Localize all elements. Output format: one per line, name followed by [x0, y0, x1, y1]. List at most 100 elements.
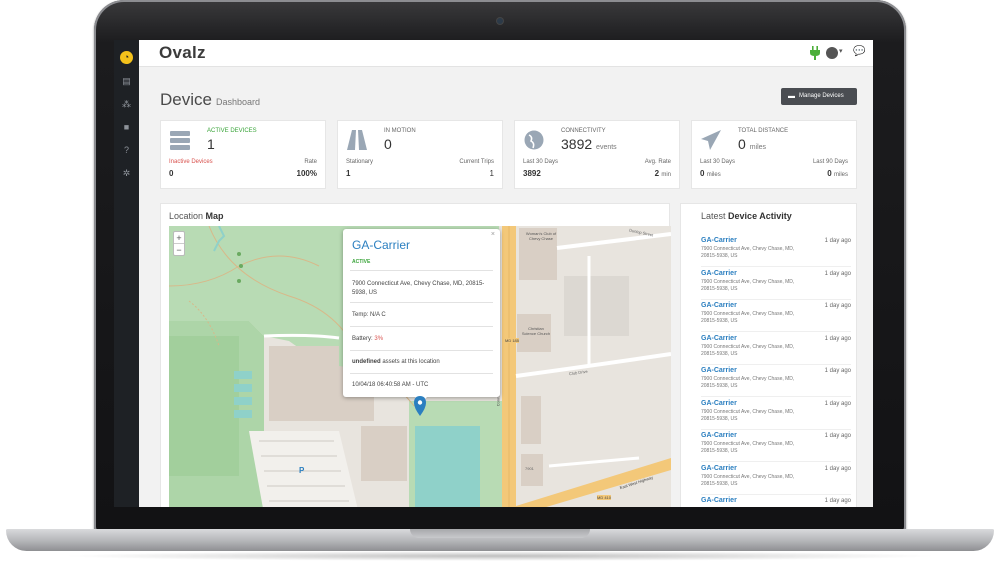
topbar: Ovalz ▾ 💬 [139, 40, 873, 67]
stat-sub-right-label: Current Trips [459, 159, 494, 165]
activity-device-name[interactable]: GA-Carrier [701, 335, 737, 342]
chat-icon[interactable]: 💬 [853, 46, 865, 57]
road-icon [347, 130, 367, 150]
map-canvas[interactable]: Woman's Club of Chevy Chase Christian Sc… [169, 226, 671, 507]
logo-icon[interactable]: ◔ [120, 51, 133, 64]
map-marker-icon[interactable] [414, 396, 426, 416]
activity-time: 1 day ago [824, 465, 851, 472]
parking-icon: P [299, 466, 305, 475]
activity-time: 1 day ago [824, 238, 851, 244]
help-icon[interactable]: ? [121, 145, 132, 156]
zoom-out-button[interactable]: − [174, 244, 184, 256]
activity-time: 1 day ago [824, 303, 851, 309]
divider [350, 270, 493, 271]
stat-sub-left-value: 0 [169, 169, 174, 178]
stat-sub-left-value: 1 [346, 169, 351, 178]
page-title: Device [160, 90, 212, 109]
list-item[interactable]: GA-Carrier 7900 Connecticut Ave, Chevy Ch… [701, 237, 851, 267]
stat-sub-left-value: 3892 [523, 169, 541, 178]
stat-label: Total Distance [738, 128, 789, 134]
activity-device-name[interactable]: GA-Carrier [701, 270, 737, 277]
user-icon[interactable] [826, 47, 838, 59]
page-subtitle: Dashboard [216, 97, 261, 107]
stat-card-connectivity: Connectivity 3892 events Last 30 Days Av… [514, 120, 680, 189]
activity-device-name[interactable]: GA-Carrier [701, 237, 737, 244]
activity-address: 7900 Connecticut Ave, Chevy Chase, MD, 2… [701, 246, 795, 259]
devices-icon: ▬ [788, 93, 795, 100]
divider [701, 493, 851, 495]
close-icon[interactable]: × [491, 231, 495, 238]
activity-time: 1 day ago [824, 433, 851, 439]
zoom-in-button[interactable]: + [174, 232, 184, 244]
stat-card-active-devices: Active Devices 1 Inactive Devices Rate 0… [160, 120, 326, 189]
stat-sub-right-label: Rate [304, 159, 317, 165]
popup-timestamp: 10/04/18 06:40:58 AM - UTC [352, 382, 429, 388]
stat-value: 1 [207, 136, 215, 152]
map-label-womens-club: Woman's Club of Chevy Chase [525, 231, 557, 241]
activity-address: 7900 Connecticut Ave, Chevy Chase, MD, 2… [701, 408, 795, 422]
popup-assets: undefined assets at this location [352, 359, 440, 365]
device-activity-panel: Latest Device Activity GA-Carrier 7900 Co… [680, 203, 857, 507]
list-item[interactable]: GA-Carrier 1 day ago [701, 497, 851, 507]
device-popup: × GA-Carrier ACTIVE 7900 Connecticut Ave… [343, 229, 500, 403]
activity-device-name[interactable]: GA-Carrier [701, 400, 737, 407]
divider [350, 350, 493, 351]
divider [701, 266, 851, 267]
activity-time: 1 day ago [824, 400, 851, 407]
activity-address: 7900 Connecticut Ave, Chevy Chase, MD, 2… [701, 441, 795, 454]
stat-label: Active Devices [207, 128, 257, 134]
location-map-panel: Location Map Woman's Club of Chevy Chase… [160, 203, 671, 507]
activity-device-name[interactable]: GA-Carrier [701, 367, 737, 374]
divider [701, 298, 851, 300]
globe-icon [524, 130, 544, 150]
activity-time: 1 day ago [824, 270, 851, 277]
zoom-control: + − [173, 231, 185, 256]
list-item[interactable]: GA-Carrier 7900 Connecticut Ave, Chevy Ch… [701, 302, 851, 332]
map-label-md185: MD 185 [505, 338, 520, 343]
stat-value: 3892 events [561, 136, 617, 152]
stat-sub-left-label: Inactive Devices [169, 159, 213, 165]
popup-device-name[interactable]: GA-Carrier [352, 238, 410, 252]
plug-icon[interactable] [809, 46, 821, 60]
settings-icon[interactable]: ✲ [121, 168, 132, 179]
divider [350, 373, 493, 374]
manage-devices-button[interactable]: ▬ Manage Devices [781, 88, 857, 105]
stat-sub-right-label: Last 90 Days [812, 159, 848, 165]
stat-card-total-distance: Total Distance 0 miles Last 30 Days Last… [691, 120, 857, 189]
list-item[interactable]: GA-Carrier 7900 Connecticut Ave, Chevy Ch… [701, 335, 851, 365]
activity-device-name[interactable]: GA-Carrier [701, 302, 737, 309]
popup-status-badge: ACTIVE [352, 259, 371, 265]
list-item[interactable]: GA-Carrier 7900 Connecticut Ave, Chevy Ch… [701, 367, 851, 397]
activity-address: 7900 Connecticut Ave, Chevy Chase, MD, 2… [701, 473, 795, 487]
sitemap-icon[interactable]: ⁂ [121, 99, 132, 110]
stat-sub-left-label: Last 30 Days [700, 159, 736, 165]
dashboard-icon[interactable]: ▤ [121, 76, 132, 87]
popup-temp: Temp: N/A C [352, 312, 386, 318]
activity-time: 1 day ago [824, 335, 851, 342]
popup-address: 7900 Connecticut Ave, Chevy Chase, MD, 2… [352, 281, 485, 296]
activity-device-name[interactable]: GA-Carrier [701, 432, 737, 439]
map-label-christian-science: Christian Science Church [521, 326, 551, 336]
list-item[interactable]: GA-Carrier 7900 Connecticut Ave, Chevy Ch… [701, 270, 851, 300]
activity-device-name[interactable]: GA-Carrier [701, 465, 737, 472]
map-label-md410: MD 410 [597, 495, 612, 500]
stat-sub-left-label: Stationary [346, 159, 374, 165]
divider [701, 396, 851, 397]
stat-value: 0 [384, 136, 392, 152]
activity-address: 7900 Connecticut Ave, Chevy Chase, MD, 2… [701, 343, 795, 357]
popup-battery: Battery: 3% [352, 336, 384, 342]
list-item[interactable]: GA-Carrier 7900 Connecticut Ave, Chevy Ch… [701, 400, 851, 430]
paper-plane-icon [701, 130, 721, 150]
chevron-down-icon[interactable]: ▾ [839, 47, 843, 55]
activity-time: 1 day ago [824, 368, 851, 374]
stat-sub-left-label: Last 30 Days [523, 159, 559, 165]
list-item[interactable]: GA-Carrier 7900 Connecticut Ave, Chevy Ch… [701, 465, 851, 495]
brand-logo[interactable]: Ovalz [159, 43, 206, 63]
stat-sub-right-value: 2 min [654, 169, 671, 178]
stat-label: Connectivity [561, 128, 606, 134]
stat-value: 0 miles [738, 136, 767, 152]
stat-sub-right-label: Avg. Rate [644, 159, 671, 165]
truck-icon[interactable]: ■ [121, 122, 132, 133]
activity-device-name[interactable]: GA-Carrier [701, 497, 737, 504]
list-item[interactable]: GA-Carrier 7900 Connecticut Ave, Chevy Ch… [701, 432, 851, 462]
